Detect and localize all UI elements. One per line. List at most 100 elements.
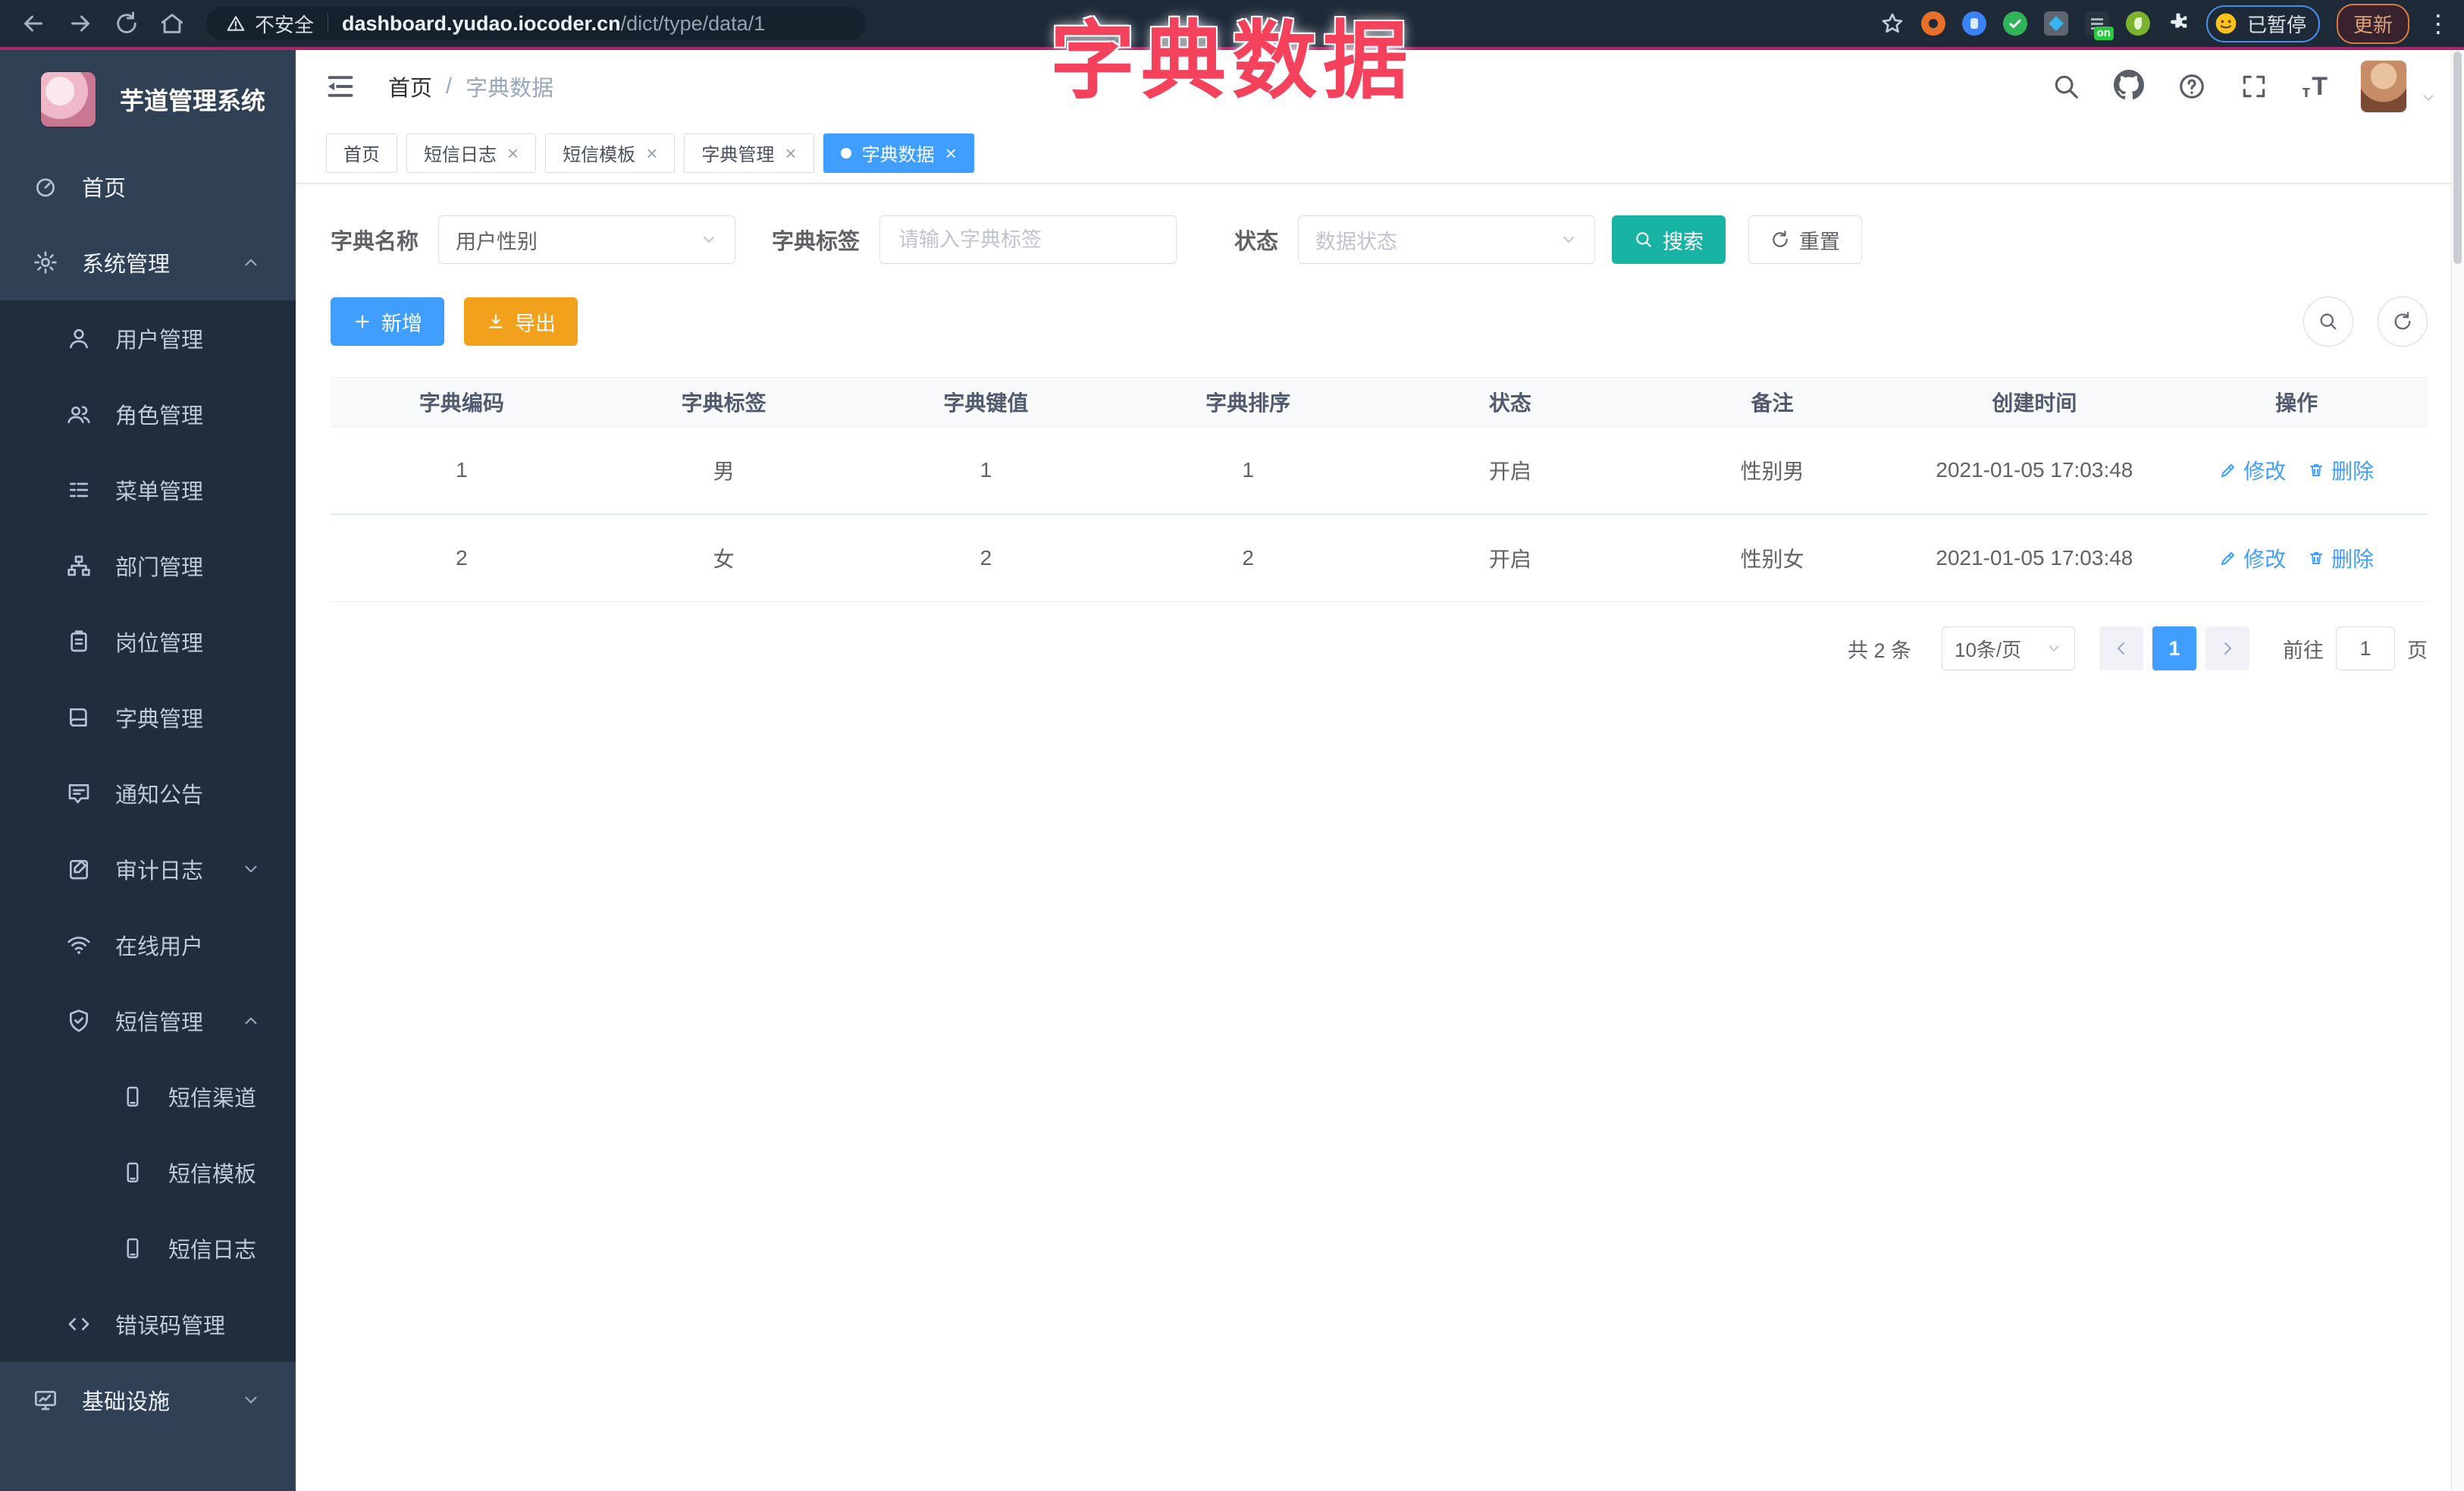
cell-sort: 1 (1242, 458, 1254, 482)
url-domain: dashboard.yudao.iocoder.cn (342, 11, 621, 35)
edit-link[interactable]: 修改 (2219, 455, 2286, 485)
tab-label: 首页 (343, 145, 380, 165)
prev-page-button[interactable] (2099, 626, 2143, 670)
dict-tag-input[interactable] (897, 227, 1160, 253)
online-signal-icon (67, 933, 91, 957)
message-icon (67, 781, 91, 805)
url-bar[interactable]: 不安全 dashboard.yudao.iocoder.cn /dict/typ… (206, 7, 866, 40)
search-button[interactable]: 搜索 (1612, 215, 1726, 264)
sidebar-item-system[interactable]: 系统管理 (0, 224, 296, 300)
page-size-select[interactable]: 10条/页 (1942, 626, 2075, 670)
dict-name-select[interactable]: 用户性别 (438, 215, 736, 264)
active-dot (840, 147, 851, 159)
sidebar-item-audit-log[interactable]: 审计日志 (0, 831, 296, 907)
chevron-up-icon (241, 1011, 261, 1031)
sidebar-item-error-code[interactable]: 错误码管理 (0, 1286, 296, 1362)
extension-orange-icon[interactable] (1920, 11, 1945, 36)
cell-actions: 修改 删除 (2165, 543, 2428, 573)
extension-leaf-icon[interactable] (2125, 11, 2150, 36)
cell-created: 2021-01-05 17:03:48 (1936, 546, 2133, 570)
delete-label: 删除 (2331, 548, 2375, 571)
sidebar-item-roles[interactable]: 角色管理 (0, 376, 296, 452)
tab-home[interactable]: 首页 (326, 133, 397, 173)
sidebar-item-users[interactable]: 用户管理 (0, 300, 296, 376)
code-icon (67, 1312, 91, 1336)
extension-blue-icon[interactable] (1961, 11, 1986, 36)
delete-link[interactable]: 删除 (2307, 543, 2374, 573)
sidebar-item-departments[interactable]: 部门管理 (0, 528, 296, 604)
sidebar-item-sms-channel[interactable]: 短信渠道 (0, 1059, 296, 1135)
extension-diamond-icon[interactable] (2043, 11, 2068, 36)
menu-list-icon (67, 478, 91, 502)
browser-update-button[interactable]: 更新 (2336, 3, 2409, 44)
sidebar-item-sms[interactable]: 短信管理 (0, 983, 296, 1059)
font-size-icon[interactable]: тT (2302, 72, 2328, 102)
goto-page-input[interactable] (2336, 626, 2395, 670)
reload-icon[interactable] (114, 11, 140, 36)
sidebar-item-infrastructure[interactable]: 基础设施 (0, 1362, 296, 1438)
avatar[interactable] (2361, 61, 2406, 112)
sidebar-item-sms-log[interactable]: 短信日志 (0, 1210, 296, 1286)
emoji-face-icon (2215, 13, 2237, 34)
fullscreen-icon[interactable] (2240, 72, 2268, 101)
profile-paused-badge[interactable]: 已暂停 (2205, 5, 2320, 42)
breadcrumb-home[interactable]: 首页 (388, 71, 432, 102)
reset-button[interactable]: 重置 (1748, 215, 1863, 264)
export-button[interactable]: 导出 (464, 297, 578, 346)
tab-sms-log[interactable]: 短信日志 × (406, 133, 537, 173)
edit-link[interactable]: 修改 (2219, 543, 2286, 573)
delete-link[interactable]: 删除 (2307, 455, 2374, 485)
close-icon[interactable]: × (507, 143, 519, 163)
toggle-search-button[interactable] (2303, 297, 2353, 347)
download-icon (489, 314, 503, 328)
sidebar-item-posts[interactable]: 岗位管理 (0, 604, 296, 680)
sidebar-item-menus[interactable]: 菜单管理 (0, 452, 296, 528)
sidebar-toggle-icon[interactable] (324, 71, 356, 102)
pagination-total: 共 2 条 (1847, 639, 1911, 662)
extensions-puzzle-icon[interactable] (2167, 11, 2190, 37)
tab-dict-data[interactable]: 字典数据 × (823, 133, 974, 173)
page-number-button[interactable]: 1 (2152, 626, 2196, 670)
chevron-down-icon (241, 859, 261, 879)
close-icon[interactable]: × (646, 143, 657, 163)
breadcrumb: 首页 / 字典数据 (388, 71, 553, 102)
update-label: 更新 (2353, 13, 2393, 36)
help-icon[interactable] (2177, 72, 2206, 101)
github-icon[interactable] (2114, 69, 2145, 104)
extension-green-check-icon[interactable] (2002, 11, 2027, 36)
navbar-actions: тT (2052, 61, 2437, 112)
security-warning-icon (226, 14, 246, 33)
home-icon[interactable] (159, 11, 185, 36)
user-icon (67, 326, 91, 350)
page-scrollbar[interactable] (2451, 50, 2464, 1491)
avatar-caret-icon[interactable] (2420, 89, 2437, 106)
sidebar-logo[interactable]: 芋道管理系统 (0, 50, 296, 149)
refresh-table-button[interactable] (2378, 297, 2428, 347)
browser-menu-icon[interactable]: ⋮ (2426, 9, 2450, 38)
back-icon[interactable] (20, 10, 47, 37)
dict-name-value: 用户性别 (456, 230, 538, 253)
sidebar-item-home[interactable]: 首页 (0, 149, 296, 224)
add-button[interactable]: 新增 (331, 297, 444, 346)
status-select[interactable]: 数据状态 (1298, 215, 1596, 264)
next-page-button[interactable] (2205, 626, 2249, 670)
filter-form: 字典名称 用户性别 字典标签 状态 数据状态 搜索 重置 (331, 215, 2428, 265)
bookmark-star-icon[interactable] (1880, 11, 1904, 36)
sidebar-item-notice[interactable]: 通知公告 (0, 755, 296, 831)
sidebar-item-dict[interactable]: 字典管理 (0, 680, 296, 755)
tab-sms-template[interactable]: 短信模板 × (545, 133, 676, 173)
extension-on-icon[interactable]: on (2084, 11, 2114, 40)
forward-icon[interactable] (67, 10, 94, 37)
org-tree-icon (67, 554, 91, 578)
search-icon (2320, 313, 2337, 330)
close-icon[interactable]: × (785, 143, 796, 163)
sidebar-item-sms-template[interactable]: 短信模板 (0, 1135, 296, 1210)
pagination: 共 2 条 10条/页 1 前往 页 (331, 626, 2428, 670)
sidebar-item-online-users[interactable]: 在线用户 (0, 907, 296, 983)
tab-dict-manage[interactable]: 字典管理 × (684, 133, 814, 173)
close-icon[interactable]: × (945, 143, 957, 163)
delete-label: 删除 (2331, 460, 2375, 483)
scrollbar-thumb[interactable] (2453, 52, 2462, 264)
column-header: 创建时间 (1992, 391, 2077, 415)
search-icon[interactable] (2052, 72, 2080, 101)
